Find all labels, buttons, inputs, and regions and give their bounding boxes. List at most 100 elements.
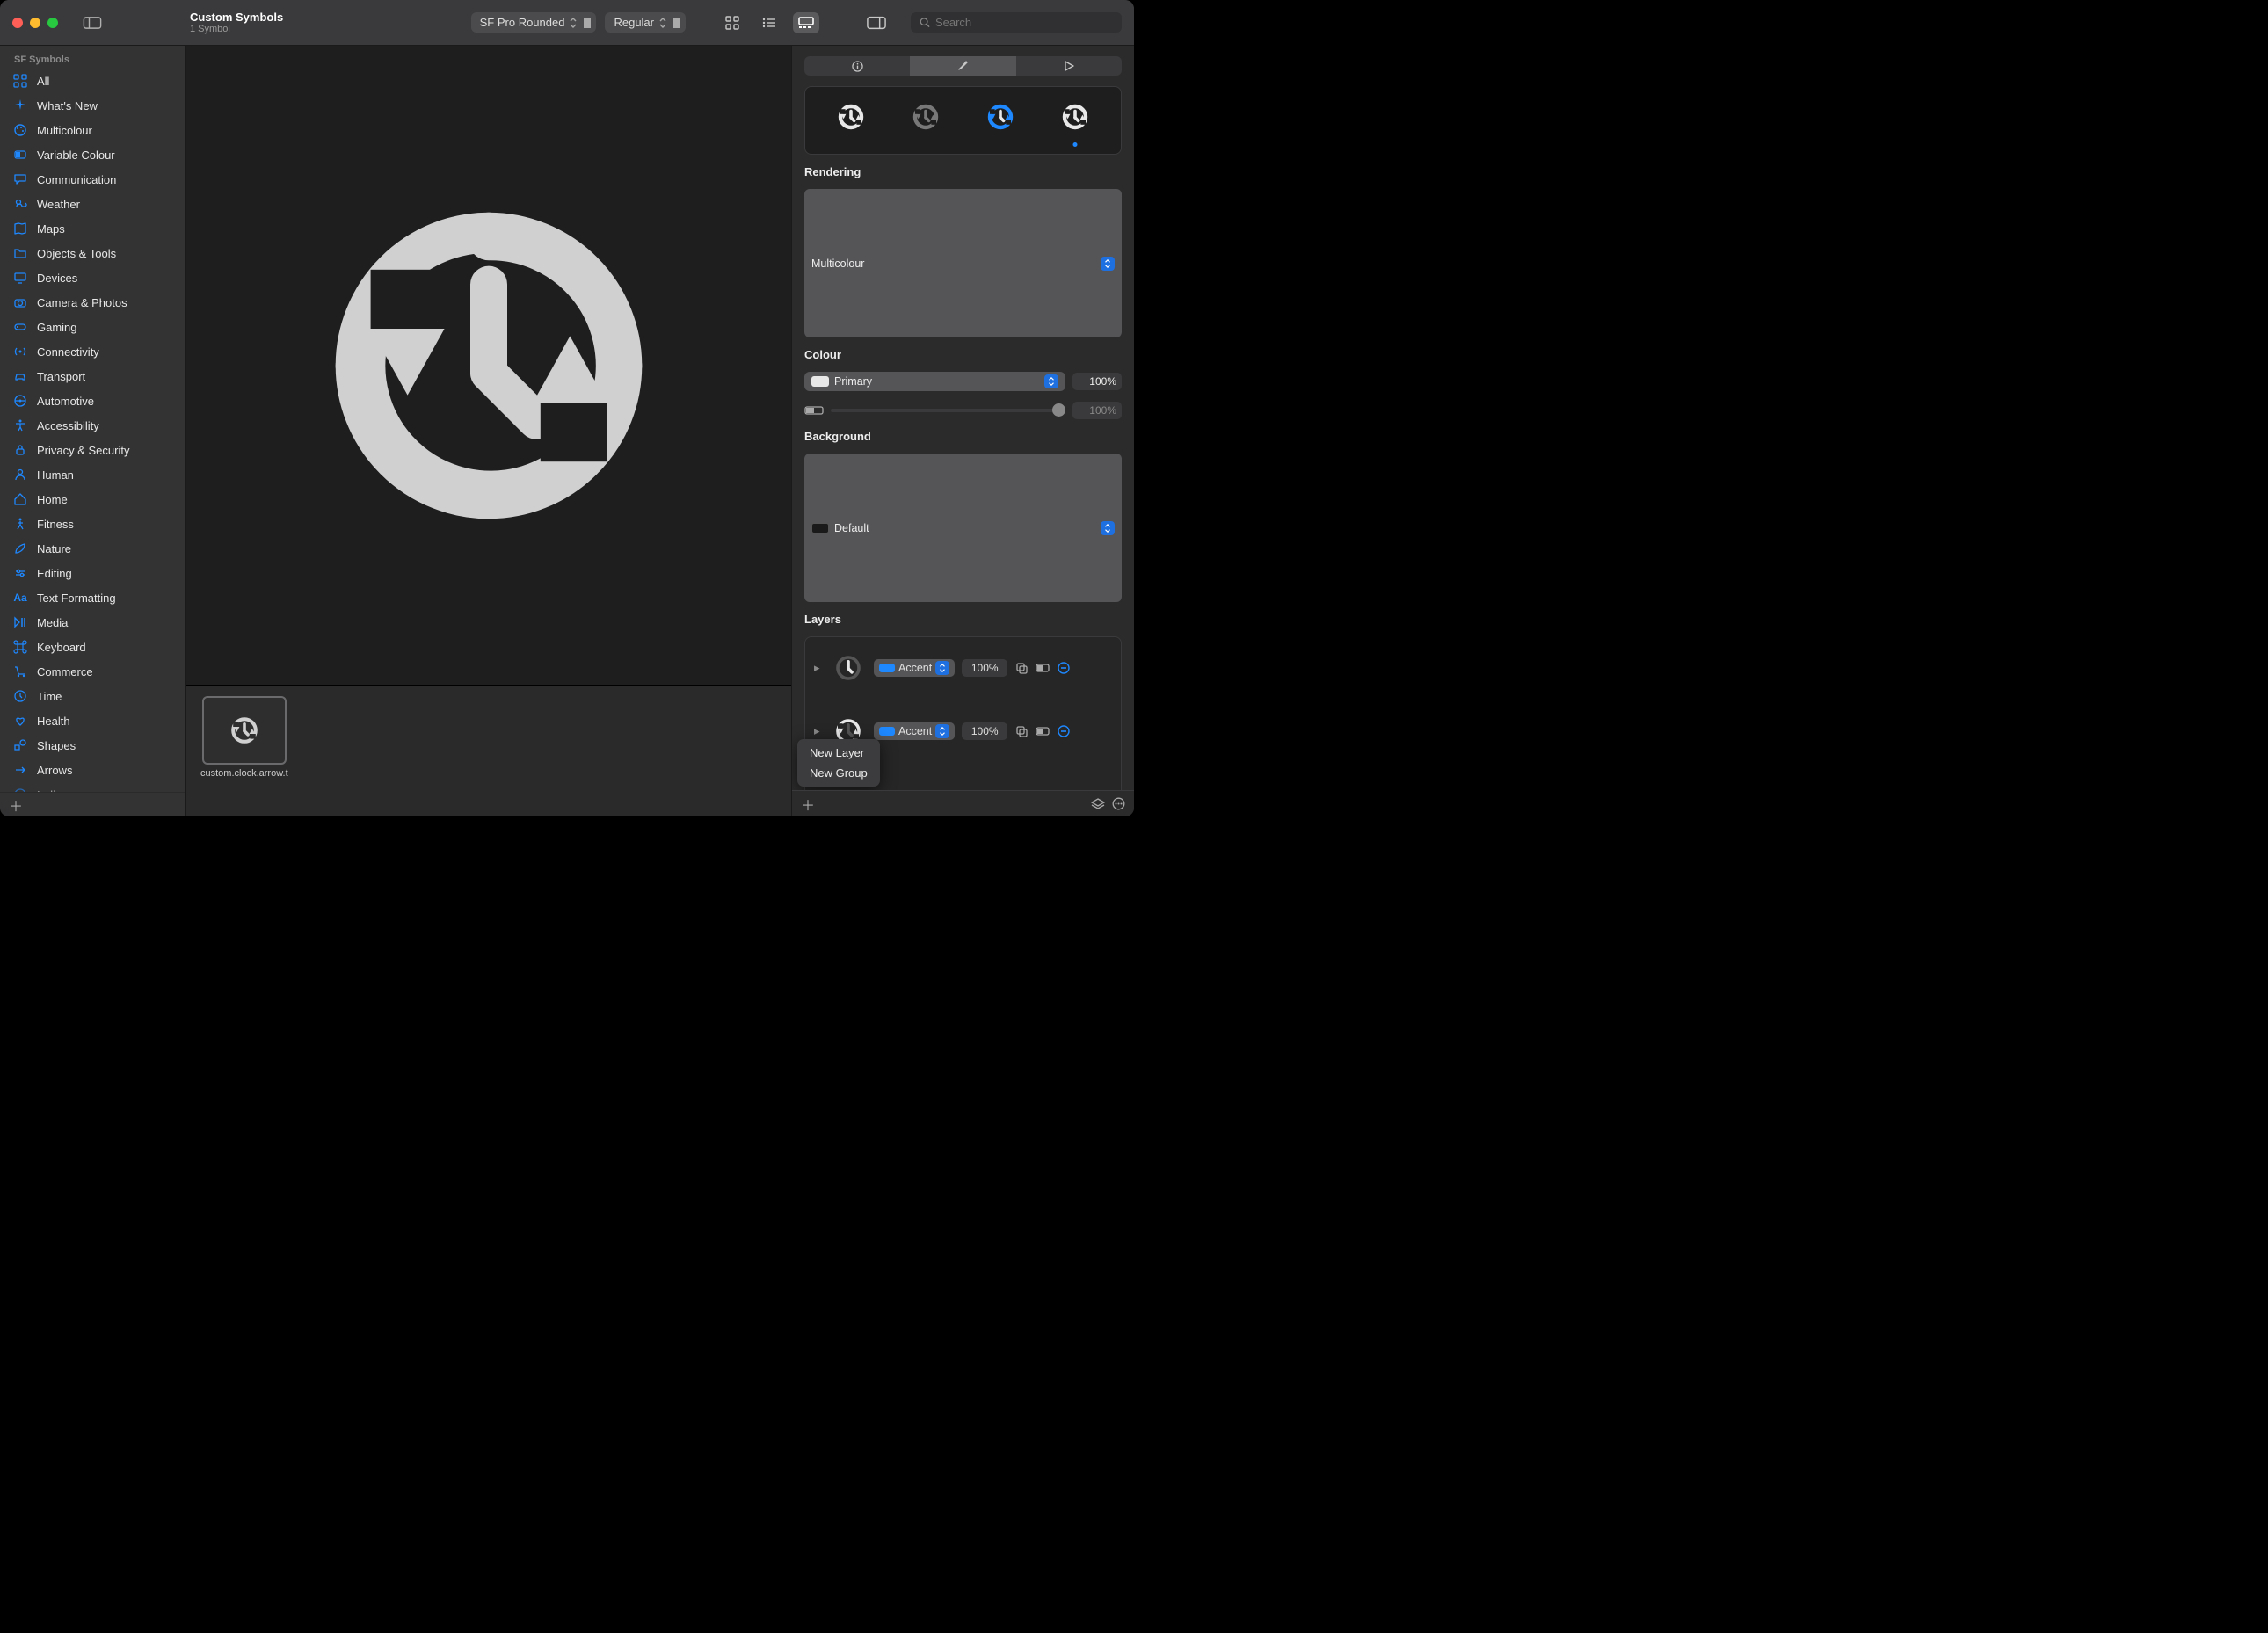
camera-icon — [12, 294, 28, 310]
appearance-tab[interactable] — [910, 56, 1015, 76]
search-field[interactable] — [911, 12, 1122, 33]
sidebar-item-objects-tools[interactable]: Objects & Tools — [0, 241, 185, 265]
search-input[interactable] — [935, 16, 1113, 29]
sidebar-item-label: Shapes — [37, 739, 76, 752]
sidebar-item-transport[interactable]: Transport — [0, 364, 185, 388]
info-tab[interactable] — [804, 56, 910, 76]
sidebar-item-nature[interactable]: Nature — [0, 536, 185, 561]
menu-item-new-group[interactable]: New Group — [801, 763, 876, 783]
sidebar-item-human[interactable]: Human — [0, 462, 185, 487]
z-order-button[interactable] — [1091, 798, 1105, 810]
sidebar-item-indices[interactable]: 1Indices — [0, 782, 185, 792]
layer-row[interactable]: ▸ Accent 100% — [814, 650, 1112, 686]
preview-multicolour[interactable] — [1056, 99, 1094, 134]
sidebar-item-gaming[interactable]: Gaming — [0, 315, 185, 339]
sidebar-item-multicolour[interactable]: Multicolour — [0, 118, 185, 142]
slider-thumb[interactable] — [1052, 403, 1065, 417]
preview-hierarchical[interactable] — [906, 99, 945, 134]
zoom-window-button[interactable] — [47, 18, 58, 28]
colour-opacity[interactable]: 100% — [1072, 373, 1122, 390]
rendering-select[interactable]: Multicolour — [804, 189, 1122, 337]
layer-opacity[interactable]: 100% — [962, 722, 1007, 740]
more-button[interactable] — [1112, 797, 1125, 810]
minus-circle-icon[interactable] — [1057, 661, 1071, 675]
sidebar-item-label: Variable Colour — [37, 149, 115, 162]
sidebar-item-devices[interactable]: Devices — [0, 265, 185, 290]
sidebar-item-arrows[interactable]: Arrows — [0, 758, 185, 782]
sidebar-item-label: Accessibility — [37, 419, 99, 432]
layer-type-select[interactable]: Accent — [874, 659, 955, 677]
font-family-select[interactable]: SF Pro Rounded — [471, 12, 597, 33]
sidebar-item-home[interactable]: Home — [0, 487, 185, 512]
copy-icon[interactable] — [1014, 661, 1029, 675]
minus-circle-icon[interactable] — [1057, 724, 1071, 738]
layer-opacity[interactable]: 100% — [962, 659, 1007, 677]
grid-view-button[interactable] — [719, 12, 745, 33]
disclosure-icon[interactable]: ▸ — [814, 724, 823, 738]
playpause-icon — [12, 614, 28, 630]
mask-icon[interactable] — [1036, 724, 1050, 738]
sidebar-toggle-button[interactable] — [83, 17, 102, 29]
sidebar-item-what-s-new[interactable]: What's New — [0, 93, 185, 118]
sidebar-item-label: Nature — [37, 542, 71, 555]
preview-monochrome[interactable] — [832, 99, 870, 134]
sparkles-icon — [12, 98, 28, 113]
add-layer-button[interactable]: ＋ — [801, 794, 815, 815]
sidebar-item-variable-colour[interactable]: Variable Colour — [0, 142, 185, 167]
layer-type-select[interactable]: Accent — [874, 722, 955, 740]
opacity-slider[interactable] — [831, 409, 1065, 412]
sidebar-item-privacy-security[interactable]: Privacy & Security — [0, 438, 185, 462]
disclosure-icon[interactable]: ▸ — [814, 661, 823, 675]
dropdown-icon — [1044, 374, 1058, 388]
background-select[interactable]: Default — [804, 454, 1122, 602]
indices-icon: 1 — [12, 787, 28, 792]
close-window-button[interactable] — [12, 18, 23, 28]
font-weight-select[interactable]: Regular — [605, 12, 686, 33]
stepper-icon — [570, 18, 577, 28]
paintbrush-icon — [956, 60, 969, 72]
sidebar-item-label: Health — [37, 715, 70, 728]
inspector-toggle-button[interactable] — [863, 12, 890, 33]
font-family-value: SF Pro Rounded — [480, 16, 565, 29]
sidebar-item-communication[interactable]: Communication — [0, 167, 185, 192]
symbol-thumbnail[interactable]: custom.clock.arrow.triangleh… — [200, 696, 288, 780]
sidebar-item-weather[interactable]: Weather — [0, 192, 185, 216]
copy-icon[interactable] — [1014, 724, 1029, 738]
inspector-icon — [867, 16, 886, 30]
sidebar-item-all[interactable]: All — [0, 69, 185, 93]
sidebar-item-camera-photos[interactable]: Camera & Photos — [0, 290, 185, 315]
add-collection-button[interactable]: ＋ — [9, 795, 23, 816]
lock-icon — [12, 442, 28, 458]
sidebar: SF Symbols AllWhat's NewMulticolourVaria… — [0, 46, 186, 816]
sidebar-item-editing[interactable]: Editing — [0, 561, 185, 585]
sidebar-item-keyboard[interactable]: Keyboard — [0, 635, 185, 659]
sidebar-item-maps[interactable]: Maps — [0, 216, 185, 241]
list-view-button[interactable] — [756, 12, 782, 33]
sidebar-item-fitness[interactable]: Fitness — [0, 512, 185, 536]
sidebar-item-commerce[interactable]: Commerce — [0, 659, 185, 684]
sidebar-item-connectivity[interactable]: Connectivity — [0, 339, 185, 364]
sidebar-item-time[interactable]: Time — [0, 684, 185, 708]
symbol-canvas — [186, 46, 791, 685]
sidebar-item-health[interactable]: Health — [0, 708, 185, 733]
animation-tab[interactable] — [1016, 56, 1122, 76]
gallery-view-button[interactable] — [793, 12, 819, 33]
menu-item-new-layer[interactable]: New Layer — [801, 743, 876, 763]
background-swatch — [811, 523, 829, 533]
gallery-icon — [798, 17, 814, 29]
mask-icon[interactable] — [1036, 661, 1050, 675]
sidebar-item-shapes[interactable]: Shapes — [0, 733, 185, 758]
title-block: Custom Symbols 1 Symbol — [190, 11, 283, 34]
dropdown-icon — [935, 724, 949, 738]
minimize-window-button[interactable] — [30, 18, 40, 28]
preview-palette[interactable] — [981, 99, 1020, 134]
sidebar-item-label: Connectivity — [37, 345, 99, 359]
slider-icon — [12, 147, 28, 163]
colour-select[interactable]: Primary — [804, 372, 1065, 391]
sidebar-item-accessibility[interactable]: Accessibility — [0, 413, 185, 438]
sidebar-item-text-formatting[interactable]: AaText Formatting — [0, 585, 185, 610]
sidebar-item-media[interactable]: Media — [0, 610, 185, 635]
grid-icon — [725, 16, 739, 30]
sidebar-item-automotive[interactable]: Automotive — [0, 388, 185, 413]
secondary-opacity: 100% — [1072, 402, 1122, 419]
